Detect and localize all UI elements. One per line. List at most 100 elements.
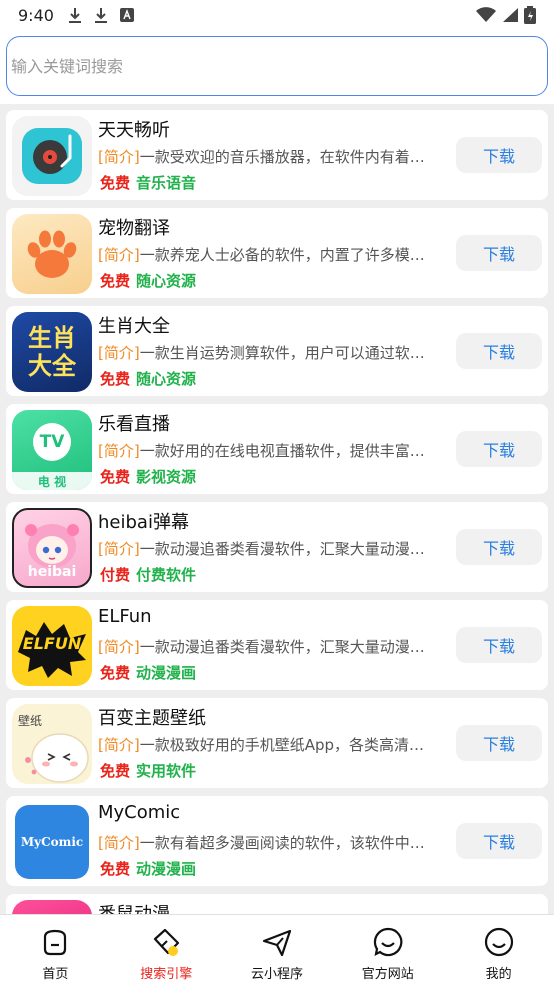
intro-tag: [简介] — [98, 540, 140, 558]
description-text: 一款受欢迎的音乐播放器，在软件内有着… — [139, 148, 425, 166]
app-name: MyComic — [98, 802, 181, 823]
app-card[interactable]: heibai heibai弹幕 [简介]一款动漫追番类看漫软件，汇聚大量动漫… … — [6, 502, 548, 592]
category-label: 随心资源 — [136, 272, 197, 290]
intro-tag: [简介] — [98, 736, 140, 754]
status-time: 9:40 — [18, 5, 54, 25]
category-label: 影视资源 — [136, 468, 197, 486]
tab-mini-program[interactable]: 云小程序 — [222, 915, 333, 984]
download-icon — [94, 7, 108, 23]
app-meta: 免费 动漫漫画 — [100, 858, 196, 879]
download-button[interactable]: 下载 — [456, 137, 542, 173]
app-card[interactable]: 壁纸 百变主题壁纸 [简介]一款极致好用的手机壁纸App，各类高清… 免费 实用软… — [6, 698, 548, 788]
icon-text: 大全 — [28, 352, 76, 380]
category-label: 音乐语音 — [136, 174, 197, 192]
app-card[interactable]: TV 电 视 乐看直播 [简介]一款好用的在线电视直播软件，提供丰富… 免费 影视… — [6, 404, 548, 494]
icon-text: 壁纸 — [18, 714, 43, 728]
zodiac-icon: 生肖 大全 — [12, 312, 92, 392]
description-text: 一款动漫追番类看漫软件，汇聚大量动漫… — [139, 638, 425, 656]
tab-label: 我的 — [485, 967, 512, 982]
status-right — [476, 6, 536, 24]
tab-official-site[interactable]: 官方网站 — [332, 915, 443, 984]
app-name: 百变主题壁纸 — [98, 708, 206, 729]
home-icon — [44, 929, 67, 956]
icon-text: MyComic — [20, 835, 84, 849]
app-description: [简介]一款养宠人士必备的软件，内置了许多模… — [98, 244, 444, 265]
price-label: 免费 — [100, 762, 131, 780]
search-box[interactable] — [6, 36, 548, 96]
app-description: [简介]一款受欢迎的音乐播放器，在软件内有着… — [98, 146, 444, 167]
description-text: 一款动漫追番类看漫软件，汇聚大量动漫… — [139, 540, 425, 558]
wifi-icon — [476, 7, 496, 22]
price-label: 免费 — [100, 664, 131, 682]
intro-tag: [简介] — [98, 638, 140, 656]
description-text: 一款生肖运势测算软件，用户可以通过软… — [139, 344, 425, 362]
icon-text: ELFUN — [22, 634, 82, 653]
tab-home[interactable]: 首页 — [0, 915, 111, 984]
app-meta: 免费 随心资源 — [100, 368, 196, 389]
tab-label: 搜索引擎 — [140, 967, 193, 982]
app-card[interactable]: ELFUN ELFun [简介]一款动漫追番类看漫软件，汇聚大量动漫… 免费 动漫… — [6, 600, 548, 690]
download-button[interactable]: 下载 — [456, 725, 542, 761]
app-name: heibai弹幕 — [98, 512, 189, 533]
price-label: 免费 — [100, 860, 131, 878]
download-button[interactable]: 下载 — [456, 431, 542, 467]
app-description: [简介]一款有着超多漫画阅读的软件，该软件中… — [98, 832, 444, 853]
description-text: 一款有着超多漫画阅读的软件，该软件中… — [139, 834, 425, 852]
app-name: 天天畅听 — [98, 120, 170, 141]
wallpaper-cat-icon: 壁纸 — [12, 704, 92, 784]
anime-girl-icon: heibai — [12, 508, 92, 588]
mycomic-logo-icon: MyComic — [12, 802, 92, 882]
app-description: [简介]一款动漫追番类看漫软件，汇聚大量动漫… — [98, 636, 444, 657]
category-label: 动漫漫画 — [136, 664, 197, 682]
download-button[interactable]: 下载 — [456, 333, 542, 369]
tab-me[interactable]: 我的 — [443, 915, 554, 984]
app-meta: 免费 动漫漫画 — [100, 662, 196, 683]
app-description: [简介]一款极致好用的手机壁纸App，各类高清… — [98, 734, 444, 755]
icon-text: 电 视 — [37, 475, 67, 489]
paper-plane-icon — [262, 929, 292, 957]
tab-label: 云小程序 — [250, 967, 303, 982]
app-card[interactable]: 宠物翻译 [简介]一款养宠人士必备的软件，内置了许多模… 免费 随心资源 下载 — [6, 208, 548, 298]
category-label: 付费软件 — [136, 566, 197, 584]
app-meta: 免费 随心资源 — [100, 270, 196, 291]
icon-text: heibai — [27, 564, 77, 580]
price-label: 免费 — [100, 174, 131, 192]
download-button[interactable]: 下载 — [456, 235, 542, 271]
app-meta: 付费 付费软件 — [100, 564, 196, 585]
app-card[interactable]: 天天畅听 [简介]一款受欢迎的音乐播放器，在软件内有着… 免费 音乐语音 下载 — [6, 110, 548, 200]
app-description: [简介]一款动漫追番类看漫软件，汇聚大量动漫… — [98, 538, 444, 559]
tv-icon: TV 电 视 — [12, 410, 92, 490]
price-label: 免费 — [100, 370, 131, 388]
download-button[interactable]: 下载 — [456, 529, 542, 565]
description-text: 一款极致好用的手机壁纸App，各类高清… — [139, 736, 425, 754]
search-input[interactable] — [11, 56, 547, 76]
smile-icon — [484, 927, 513, 957]
download-button[interactable]: 下载 — [456, 627, 542, 663]
app-card[interactable]: 生肖 大全 生肖大全 [简介]一款生肖运势测算软件，用户可以通过软… 免费 随心资… — [6, 306, 548, 396]
status-bar: 9:40 — [0, 0, 554, 30]
download-icon — [68, 7, 82, 23]
tab-label: 首页 — [42, 967, 69, 982]
turntable-icon — [12, 116, 92, 196]
app-meta: 免费 影视资源 — [100, 466, 196, 487]
download-button[interactable]: 下载 — [456, 823, 542, 859]
search-bar — [0, 30, 554, 104]
icon-text: TV — [39, 432, 65, 452]
intro-tag: [简介] — [98, 442, 140, 460]
app-name: ELFun — [98, 606, 152, 627]
tab-search-engine[interactable]: 搜索引擎 — [111, 915, 222, 984]
price-label: 免费 — [100, 468, 131, 486]
app-meta: 免费 音乐语音 — [100, 172, 196, 193]
paw-icon — [12, 214, 92, 294]
description-text: 一款养宠人士必备的软件，内置了许多模… — [139, 246, 425, 264]
elfun-logo-icon: ELFUN — [12, 606, 92, 686]
app-card[interactable]: MyComic MyComic [简介]一款有着超多漫画阅读的软件，该软件中… … — [6, 796, 548, 886]
category-label: 动漫漫画 — [136, 860, 197, 878]
bottom-tab-bar: 首页 搜索引擎 云小程序 官方网站 我的 — [0, 914, 554, 984]
app-name: 宠物翻译 — [98, 218, 170, 239]
icon-text: 生肖 — [28, 324, 76, 352]
category-label: 随心资源 — [136, 370, 197, 388]
description-text: 一款好用的在线电视直播软件，提供丰富… — [139, 442, 425, 460]
tab-label: 官方网站 — [361, 967, 414, 982]
app-name: 生肖大全 — [98, 316, 170, 337]
